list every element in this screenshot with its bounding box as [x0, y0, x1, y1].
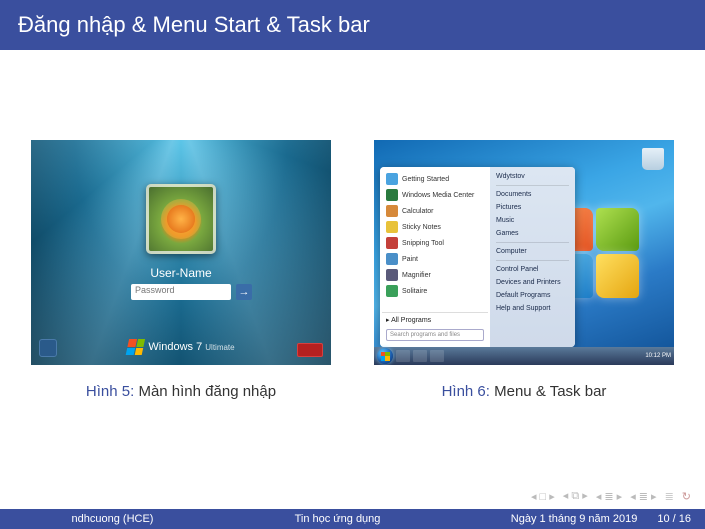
caption-label: Hình 6: — [442, 383, 490, 400]
start-menu-right-item: Help and Support — [496, 303, 569, 314]
start-menu-item-label: Solitaire — [402, 288, 427, 295]
start-menu-item: Getting Started — [382, 171, 488, 187]
login-screenshot: User-Name Password → Windows 7 Ultimate — [31, 140, 331, 365]
start-menu-left: Getting Started Windows Media Center Calcu… — [380, 167, 490, 347]
start-search: Search programs and files — [386, 329, 484, 341]
tray-clock: 10:12 PM — [645, 353, 671, 359]
figure-1-caption: Hình 5: Màn hình đăng nhập — [86, 383, 276, 400]
taskbar-pin-explorer-icon — [413, 350, 427, 362]
taskbar-pin-wmp-icon — [430, 350, 444, 362]
start-menu-item-label: Sticky Notes — [402, 224, 441, 231]
username-label: User-Name — [150, 266, 211, 280]
start-menu-item-label: Magnifier — [402, 272, 431, 279]
figure-2: Getting Started Windows Media Center Calcu… — [373, 140, 675, 400]
user-avatar — [146, 184, 216, 254]
start-menu-item: Solitaire — [382, 283, 488, 299]
app-icon — [386, 221, 398, 233]
brand-text: Windows 7 Ultimate — [148, 341, 234, 353]
windows-brand: Windows 7 Ultimate — [127, 339, 234, 355]
separator — [496, 260, 569, 261]
start-menu-item: Paint — [382, 251, 488, 267]
ease-of-access-icon — [39, 339, 57, 357]
start-menu-item: Calculator — [382, 203, 488, 219]
start-menu-item: Snipping Tool — [382, 235, 488, 251]
start-menu-right-item: Wdytstov — [496, 171, 569, 182]
app-icon — [386, 173, 398, 185]
beamer-nav-symbols: ◂ □ ▸ ◂ ⧉ ▸ ◂ ≣ ▸ ◂ ≣ ▸ ≣ ↻ — [531, 489, 691, 503]
start-menu-item: Magnifier — [382, 267, 488, 283]
start-menu-item: Sticky Notes — [382, 219, 488, 235]
figure-2-caption: Hình 6: Menu & Task bar — [442, 383, 607, 400]
caption-text: Màn hình đăng nhập — [138, 383, 276, 400]
start-menu-item-label: Windows Media Center — [402, 192, 474, 199]
start-menu-item-label: Getting Started — [402, 176, 449, 183]
taskbar: 10:12 PM — [374, 347, 674, 365]
nav-subsection-icon[interactable]: ◂ ⧉ ▸ — [563, 489, 588, 503]
start-menu-right-item: Pictures — [496, 202, 569, 213]
start-menu-right-item: Devices and Printers — [496, 277, 569, 288]
nav-back-icon[interactable]: ≣ — [665, 490, 674, 503]
desktop-screenshot: Getting Started Windows Media Center Calcu… — [374, 140, 674, 365]
shutdown-icon — [297, 343, 323, 357]
separator — [496, 242, 569, 243]
slide-title: Đăng nhập & Menu Start & Task bar — [0, 0, 705, 50]
app-icon — [386, 205, 398, 217]
slide-body: User-Name Password → Windows 7 Ultimate … — [0, 50, 705, 400]
app-icon — [386, 285, 398, 297]
taskbar-pin-ie-icon — [396, 350, 410, 362]
start-menu-right: Wdytstov Documents Pictures Music Games Compu… — [490, 167, 575, 347]
start-menu-item-label: Calculator — [402, 208, 434, 215]
separator — [496, 185, 569, 186]
start-menu-item-label: Snipping Tool — [402, 240, 444, 247]
start-menu-right-item: Computer — [496, 246, 569, 257]
start-menu-right-item: Games — [496, 228, 569, 239]
all-programs: ▸ All Programs — [382, 312, 488, 327]
app-icon — [386, 269, 398, 281]
start-orb-icon — [377, 348, 393, 364]
app-icon — [386, 189, 398, 201]
submit-arrow-icon: → — [236, 284, 252, 300]
start-menu-right-item: Default Programs — [496, 290, 569, 301]
figure-1: User-Name Password → Windows 7 Ultimate … — [30, 140, 332, 400]
footer-course: Tin học ứng dụng — [225, 513, 450, 525]
start-menu-right-item: Control Panel — [496, 264, 569, 275]
recycle-bin-icon — [642, 148, 664, 170]
password-input: Password — [131, 284, 231, 300]
footer: ndhcuong (HCE) Tin học ứng dụng Ngày 1 t… — [0, 509, 705, 529]
footer-page: 10 / 16 — [657, 513, 691, 525]
footer-right: Ngày 1 tháng 9 năm 2019 10 / 16 — [450, 513, 705, 525]
start-menu-item: Windows Media Center — [382, 187, 488, 203]
nav-frame-icon[interactable]: ◂ □ ▸ — [531, 490, 555, 503]
nav-search-icon[interactable]: ↻ — [682, 490, 691, 503]
start-menu: Getting Started Windows Media Center Calcu… — [380, 167, 575, 347]
caption-label: Hình 5: — [86, 383, 134, 400]
start-menu-right-item: Music — [496, 215, 569, 226]
nav-section-icon[interactable]: ◂ ≣ ▸ — [596, 490, 622, 503]
caption-text: Menu & Task bar — [494, 383, 606, 400]
start-menu-item-label: Paint — [402, 256, 418, 263]
system-tray: 10:12 PM — [645, 353, 671, 359]
footer-date: Ngày 1 tháng 9 năm 2019 — [511, 513, 638, 525]
nav-doc-icon[interactable]: ◂ ≣ ▸ — [630, 490, 656, 503]
windows-flag-icon — [126, 339, 145, 355]
app-icon — [386, 237, 398, 249]
app-icon — [386, 253, 398, 265]
footer-author: ndhcuong (HCE) — [0, 513, 225, 525]
title-text: Đăng nhập & Menu Start & Task bar — [18, 12, 370, 38]
start-menu-right-item: Documents — [496, 189, 569, 200]
